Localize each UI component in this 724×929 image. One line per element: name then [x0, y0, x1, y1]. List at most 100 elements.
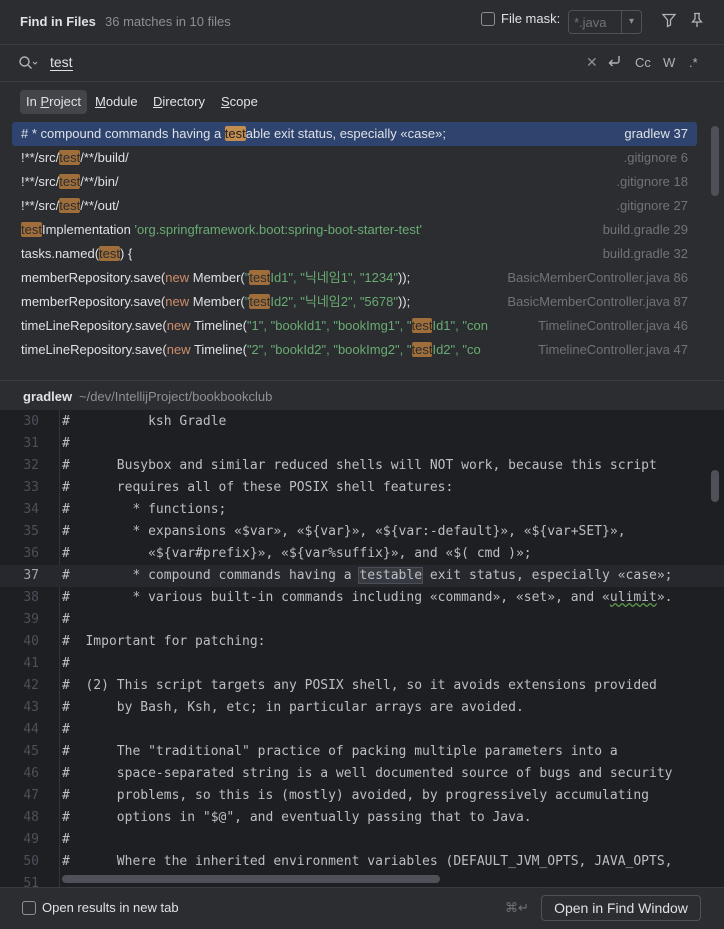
pin-icon[interactable]: [689, 12, 705, 28]
code-text: # options in "$@", and eventually passin…: [62, 810, 532, 825]
file-mask-input[interactable]: *.java ▾: [568, 10, 642, 34]
vertical-scrollbar[interactable]: [711, 470, 719, 502]
code-text: #: [62, 722, 70, 737]
result-location: TimelineController.java 47: [538, 338, 688, 362]
file-mask-checkbox[interactable]: [481, 11, 495, 26]
code-text: # ksh Gradle: [62, 414, 227, 429]
code-text: # space-separated string is a well docum…: [62, 766, 673, 781]
open-in-new-tab-label: Open results in new tab: [42, 900, 179, 915]
result-row[interactable]: timeLineRepository.save(new Timeline("2"…: [12, 338, 697, 362]
code-line: 38 # * various built-in commands includin…: [0, 587, 724, 609]
result-line-number: 27: [673, 198, 688, 213]
code-line: 30 # ksh Gradle: [0, 411, 724, 433]
line-number: 35: [23, 524, 39, 539]
result-file-name: build.gradle: [602, 222, 670, 237]
horizontal-scrollbar[interactable]: [62, 875, 440, 883]
result-location: .gitignore 18: [616, 170, 688, 194]
result-snippet: timeLineRepository.save(new Timeline("1"…: [21, 314, 488, 338]
file-mask-value[interactable]: *.java: [569, 15, 621, 30]
match-count: 36 matches in 10 files: [105, 14, 231, 29]
match-case-toggle[interactable]: Cc: [635, 55, 651, 70]
code-text: # * functions;: [62, 502, 227, 517]
search-icon[interactable]: [18, 55, 38, 71]
result-row[interactable]: !**/src/test/**/build/ .gitignore 6: [12, 146, 697, 170]
result-line-number: 37: [673, 126, 688, 141]
result-row[interactable]: timeLineRepository.save(new Timeline("1"…: [12, 314, 697, 338]
result-snippet: # * compound commands having a testable …: [21, 122, 446, 146]
result-row[interactable]: tasks.named(test) {build.gradle 32: [12, 242, 697, 266]
code-text: # The "traditional" practice of packing …: [62, 744, 618, 759]
result-location: gradlew 37: [624, 122, 688, 146]
line-number: 49: [23, 832, 39, 847]
result-location: .gitignore 6: [624, 146, 688, 170]
file-mask-toggle[interactable]: File mask:: [481, 11, 560, 26]
code-line: 36 # «${var#prefix}», «${var%suffix}», an…: [0, 543, 724, 565]
whole-words-toggle[interactable]: W: [663, 55, 675, 70]
open-in-new-tab-toggle[interactable]: Open results in new tab: [22, 900, 179, 915]
line-number: 39: [23, 612, 39, 627]
line-number: 36: [23, 546, 39, 561]
result-line-number: 29: [673, 222, 688, 237]
result-file-name: gradlew: [624, 126, 670, 141]
code-line: 44 #: [0, 719, 724, 741]
preview-file-path: ~/dev/IntellijProject/bookbookclub: [79, 389, 273, 404]
code-line: 34 # * functions;: [0, 499, 724, 521]
snippet-text: ));: [397, 294, 411, 309]
open-in-find-window-button[interactable]: Open in Find Window: [541, 895, 701, 921]
clear-icon[interactable]: ✕: [586, 54, 598, 71]
results-scrollbar[interactable]: [711, 126, 719, 196]
result-row[interactable]: !**/src/test/**/out/ .gitignore 27: [12, 194, 697, 218]
dialog-title: Find in Files: [20, 14, 96, 29]
result-file-name: .gitignore: [616, 198, 670, 213]
result-row[interactable]: !**/src/test/**/bin/ .gitignore 18: [12, 170, 697, 194]
line-number: 32: [23, 458, 39, 473]
code-text: #: [62, 656, 70, 671]
match-highlight: test: [99, 246, 121, 261]
result-line-number: 86: [673, 270, 688, 285]
result-row[interactable]: testImplementation 'org.springframework.…: [12, 218, 697, 242]
result-line-number: 18: [673, 174, 688, 189]
code-segment: # * compound commands having a: [62, 568, 360, 583]
result-row[interactable]: memberRepository.save(new Member("testId…: [12, 266, 697, 290]
code-preview[interactable]: 30 # ksh Gradle 31 #32 # Busybox and similar…: [0, 410, 724, 887]
results-list: # * compound commands having a testable …: [0, 122, 724, 370]
snippet-text: memberRepository.save(: [21, 270, 166, 285]
result-location: .gitignore 27: [616, 194, 688, 218]
tab-label-rest: cope: [229, 94, 258, 109]
code-line: 42 # (2) This script targets any POSIX sh…: [0, 675, 724, 697]
result-location: TimelineController.java 46: [538, 314, 688, 338]
code-text: # * compound commands having a testable …: [62, 565, 673, 587]
chevron-down-icon[interactable]: ▾: [621, 11, 641, 33]
line-number: 30: [23, 414, 39, 429]
open-in-new-tab-checkbox[interactable]: [22, 900, 36, 915]
result-file-name: TimelineController.java: [538, 342, 670, 357]
line-number: 45: [23, 744, 39, 759]
code-text: # Important for patching:: [62, 634, 266, 649]
code-line: 45 # The "traditional" practice of packin…: [0, 741, 724, 763]
result-row[interactable]: memberRepository.save(new Member("testId…: [12, 290, 697, 314]
scope-tabs: In Project Module Directory Scope: [0, 82, 724, 122]
tab-label-rest: odule: [105, 94, 138, 109]
tab-scope[interactable]: Scope: [215, 90, 264, 114]
tab-module[interactable]: Module: [89, 90, 144, 114]
snippet-text: Member(: [189, 294, 245, 309]
newline-icon[interactable]: [606, 53, 622, 72]
tab-in-project[interactable]: In Project: [20, 90, 87, 114]
result-row[interactable]: # * compound commands having a testable …: [12, 122, 697, 146]
line-number: 47: [23, 788, 39, 803]
snippet-string: Id2", "닉네임2", "5678": [270, 294, 398, 309]
line-number: 50: [23, 854, 39, 869]
search-input[interactable]: test: [50, 54, 73, 71]
tab-directory[interactable]: Directory: [147, 90, 211, 114]
result-location: build.gradle 29: [603, 218, 688, 242]
line-number: 51: [23, 876, 39, 887]
snippet-keyword: new: [166, 318, 191, 333]
snippet-text: !**/src/: [21, 198, 60, 213]
result-line-number: 87: [673, 294, 688, 309]
code-segment: exit status, especially «case»;: [422, 568, 673, 583]
tab-mnemonic: S: [221, 94, 230, 109]
regex-toggle[interactable]: .*: [689, 55, 698, 70]
filter-icon[interactable]: [661, 12, 677, 28]
result-snippet: memberRepository.save(new Member("testId…: [21, 266, 410, 290]
line-number: 31: [23, 436, 39, 451]
